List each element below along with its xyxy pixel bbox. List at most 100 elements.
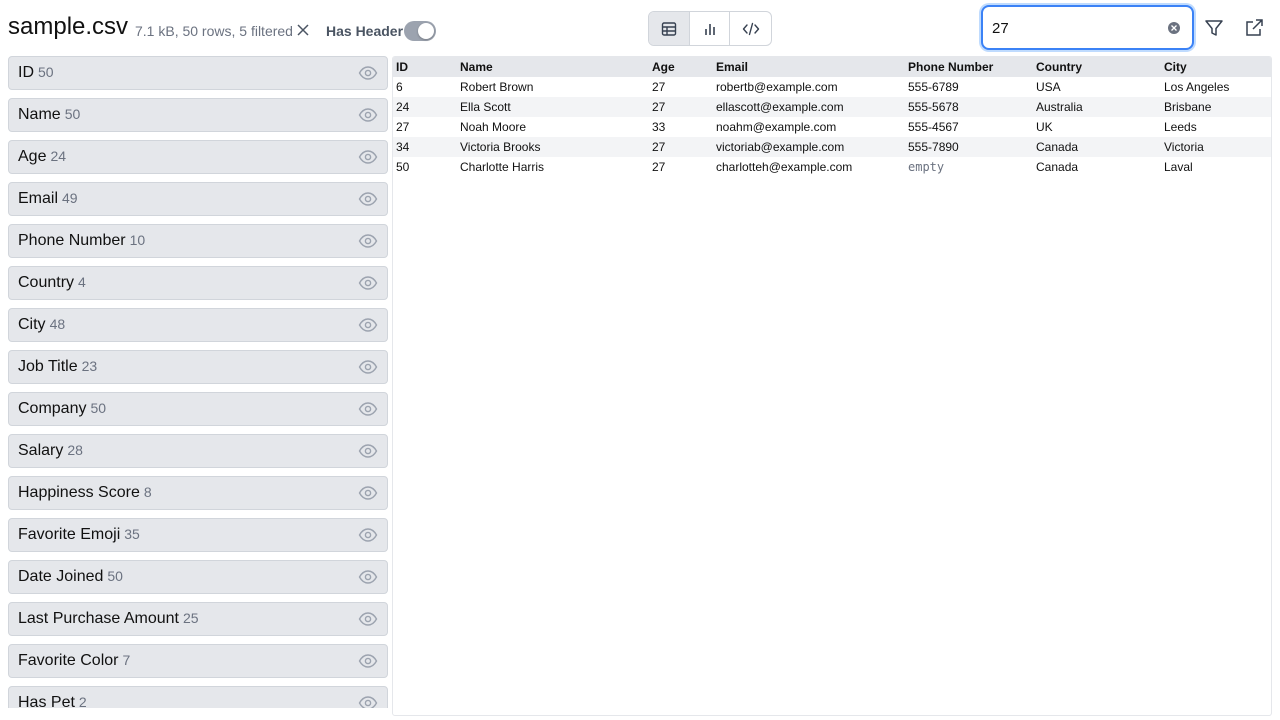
column-unique-count: 8 [143, 484, 152, 500]
column-item[interactable]: Favorite Color 7 [8, 644, 388, 678]
bar-chart-icon [704, 23, 715, 35]
table-cell: Charlotte Harris [460, 160, 545, 174]
filter-icon[interactable] [1203, 17, 1225, 39]
eye-icon[interactable] [358, 150, 378, 164]
table-cell: Robert Brown [460, 80, 534, 94]
column-header[interactable]: Email [713, 57, 905, 77]
column-item[interactable]: Age 24 [8, 140, 388, 174]
column-header[interactable]: Age [649, 57, 713, 77]
column-name: Phone Number [18, 232, 126, 249]
table-view-button[interactable] [649, 12, 690, 45]
eye-icon[interactable] [358, 234, 378, 248]
table-cell: 27 [396, 120, 410, 134]
code-view-button[interactable] [730, 12, 771, 45]
column-item[interactable]: ID 50 [8, 56, 388, 90]
column-name: Email [18, 190, 59, 207]
eye-icon[interactable] [358, 402, 378, 416]
external-link-icon[interactable] [1243, 17, 1265, 39]
column-name: Happiness Score [18, 484, 140, 501]
table-cell: Australia [1033, 97, 1161, 117]
column-item[interactable]: Has Pet 2 [8, 686, 388, 708]
eye-icon[interactable] [358, 192, 378, 206]
table-cell: empty [908, 160, 945, 174]
column-name: Favorite Emoji [18, 526, 121, 543]
close-file-icon[interactable] [296, 23, 310, 37]
search-input[interactable] [992, 16, 1162, 40]
column-item[interactable]: Favorite Emoji 35 [8, 518, 388, 552]
column-label: Salary 28 [18, 442, 83, 460]
column-name: Favorite Color [18, 652, 119, 669]
eye-icon[interactable] [358, 486, 378, 500]
table-row[interactable]: 6 Robert Brown 27 robertb@example.com 555-67… [393, 77, 1271, 97]
eye-icon[interactable] [358, 360, 378, 374]
column-item[interactable]: Salary 28 [8, 434, 388, 468]
column-item[interactable]: Country 4 [8, 266, 388, 300]
column-label: Job Title 23 [18, 358, 97, 376]
column-label: Favorite Emoji 35 [18, 526, 140, 544]
column-unique-count: 49 [62, 190, 78, 206]
table-row[interactable]: 27 Noah Moore 33 noahm@example.com 555-4567 U… [393, 117, 1271, 137]
column-label: Last Purchase Amount 25 [18, 610, 199, 628]
column-label: City 48 [18, 316, 65, 334]
column-unique-count: 50 [38, 64, 54, 80]
column-header[interactable]: Country [1033, 57, 1161, 77]
column-label: Name 50 [18, 106, 80, 124]
column-unique-count: 50 [107, 568, 123, 584]
eye-icon[interactable] [358, 108, 378, 122]
table-cell: 27 [652, 160, 666, 174]
column-item[interactable]: Job Title 23 [8, 350, 388, 384]
table-cell: Brisbane [1161, 97, 1271, 117]
eye-icon[interactable] [358, 318, 378, 332]
table-cell: Victoria [1161, 137, 1271, 157]
column-item[interactable]: City 48 [8, 308, 388, 342]
table-cell: USA [1036, 80, 1061, 94]
column-item[interactable]: Email 49 [8, 182, 388, 216]
chart-view-button[interactable] [690, 12, 731, 45]
table-cell: robertb@example.com [716, 80, 838, 94]
column-header[interactable]: Name [457, 57, 649, 77]
column-item[interactable]: Phone Number 10 [8, 224, 388, 258]
has-header-toggle[interactable] [404, 21, 436, 41]
eye-icon[interactable] [358, 696, 378, 708]
column-unique-count: 7 [122, 652, 131, 668]
column-label: Has Pet 2 [18, 694, 87, 708]
table-cell: 27 [652, 80, 666, 94]
column-item[interactable]: Happiness Score 8 [8, 476, 388, 510]
column-name: Salary [18, 442, 64, 459]
eye-icon[interactable] [358, 444, 378, 458]
column-item[interactable]: Last Purchase Amount 25 [8, 602, 388, 636]
table-row[interactable]: 24 Ella Scott 27 ellascott@example.com 555-5… [393, 97, 1271, 117]
eye-icon[interactable] [358, 276, 378, 290]
table-cell: Los Angeles [1164, 80, 1230, 94]
table-cell: 27 [649, 137, 713, 157]
clear-search-icon[interactable] [1168, 22, 1180, 34]
table-row[interactable]: 34 Victoria Brooks 27 victoriab@example.com… [393, 137, 1271, 157]
table-row[interactable]: 50 Charlotte Harris 27 charlotteh@example.c… [393, 157, 1271, 177]
column-name: Has Pet [18, 694, 75, 708]
column-label: Phone Number 10 [18, 232, 145, 250]
table-cell: charlotteh@example.com [716, 160, 853, 174]
column-item[interactable]: Name 50 [8, 98, 388, 132]
column-label: Email 49 [18, 190, 78, 208]
toggle-knob [418, 23, 434, 39]
column-unique-count: 48 [49, 316, 66, 332]
eye-icon[interactable] [358, 612, 378, 626]
file-name: sample.csv [8, 13, 129, 40]
eye-icon[interactable] [358, 528, 378, 542]
top-bar: sample.csv 7.1 kB, 50 rows, 5 filtered H… [0, 0, 1280, 56]
column-item[interactable]: Date Joined 50 [8, 560, 388, 594]
file-meta: 7.1 kB, 50 rows, 5 filtered [135, 23, 293, 39]
column-header[interactable]: City [1161, 57, 1271, 77]
column-name: Name [18, 106, 61, 123]
table-cell: Ella Scott [457, 97, 649, 117]
column-header[interactable]: Phone Number [905, 57, 1033, 77]
eye-icon[interactable] [358, 570, 378, 584]
eye-icon[interactable] [358, 66, 378, 80]
column-item[interactable]: Company 50 [8, 392, 388, 426]
column-unique-count: 28 [67, 442, 83, 458]
column-label: Favorite Color 7 [18, 652, 130, 670]
column-name: Last Purchase Amount [18, 610, 179, 627]
column-header[interactable]: ID [393, 57, 457, 77]
table-cell: victoriab@example.com [713, 137, 905, 157]
eye-icon[interactable] [358, 654, 378, 668]
